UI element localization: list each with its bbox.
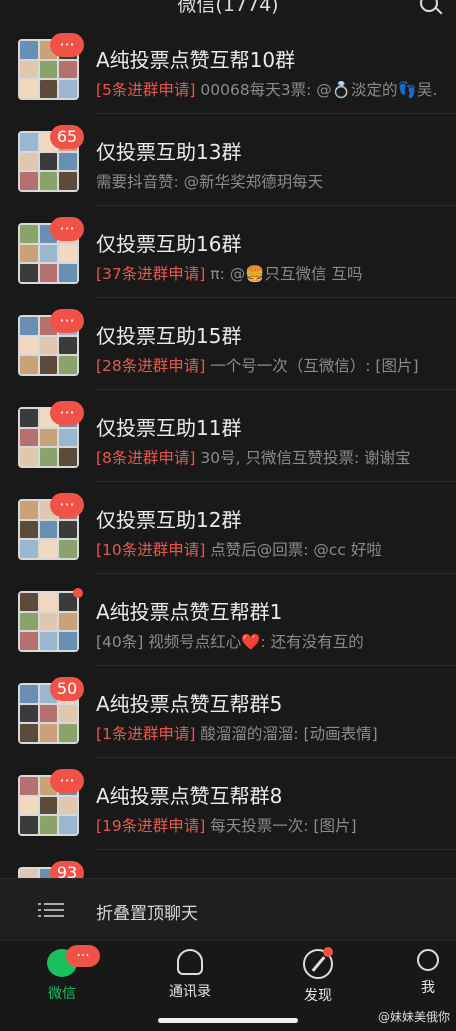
chat-preview: [10条进群申请] 点赞后@回票: @cc 好啦 xyxy=(96,538,448,560)
chat-message: [40条] 视频号点红心❤️: 还有没有互的 xyxy=(96,633,364,651)
unread-badge: 93 xyxy=(50,861,84,878)
fold-label: 折叠置顶聊天 xyxy=(96,904,198,924)
chat-row[interactable]: ··· A纯投票点赞互帮10群 [5条进群申请] 00068每天3票: @💍淡定… xyxy=(0,22,456,114)
join-request-tag: [8条进群申请] xyxy=(96,449,196,467)
tab-chats[interactable]: ··· 微信 xyxy=(17,945,107,1003)
tab-discover[interactable]: 发现 xyxy=(273,947,363,1005)
top-bar: 微信(1774) xyxy=(0,0,456,22)
unread-badge: ··· xyxy=(50,493,84,517)
join-request-tag: [28条进群申请] xyxy=(96,357,206,375)
chat-row[interactable]: ··· 仅投票互助15群 [28条进群申请] 一个号一次（互微信）: [图片] xyxy=(0,298,456,390)
chat-name: A纯投票点赞互帮群8 xyxy=(96,784,283,808)
chat-message: 30号, 只微信互赞投票: 谢谢宝 xyxy=(195,449,411,467)
unread-badge: ··· xyxy=(50,769,84,793)
unread-badge: 50 xyxy=(50,677,84,701)
fold-pinned-chats-bar[interactable]: 折叠置顶聊天 xyxy=(0,878,456,940)
unread-badge: ··· xyxy=(50,309,84,333)
chat-name: 仅投票互助15群 xyxy=(96,324,242,348)
unread-dot xyxy=(73,588,83,598)
chat-row[interactable]: A纯投票点赞互帮群1 [40条] 视频号点红心❤️: 还有没有互的 xyxy=(0,574,456,666)
unread-badge: ··· xyxy=(50,401,84,425)
group-avatar xyxy=(18,591,79,652)
chat-name: 仅投票互助13群 xyxy=(96,140,242,164)
chat-name: 仅投票互助11群 xyxy=(96,416,242,440)
chat-preview: [37条进群申请] π: @🍔只互微信 互吗 xyxy=(96,262,448,284)
chat-preview: [40条] 视频号点红心❤️: 还有没有互的 xyxy=(96,630,448,652)
chat-message: 一个号一次（互微信）: [图片] xyxy=(205,357,419,375)
chat-list[interactable]: ··· A纯投票点赞互帮10群 [5条进群申请] 00068每天3票: @💍淡定… xyxy=(0,22,456,878)
chat-row[interactable]: 50 A纯投票点赞互帮群5 [1条进群申请] 酸溜溜的溜溜: [动画表情] xyxy=(0,666,456,758)
chat-name: A纯投票点赞互帮群1 xyxy=(96,600,283,624)
fold-list-icon xyxy=(38,901,64,919)
chat-message: 点赞后@回票: @cc 好啦 xyxy=(205,541,382,559)
chat-preview: 需要抖音赞: @新华奖郑德玥每天 xyxy=(96,170,448,192)
chat-message: 需要抖音赞: @新华奖郑德玥每天 xyxy=(96,173,324,191)
chat-message: π: @🍔只互微信 互吗 xyxy=(205,265,363,283)
contacts-icon xyxy=(177,949,203,975)
chat-preview: [5条进群申请] 00068每天3票: @💍淡定的👣吴. xyxy=(96,78,448,100)
chat-row[interactable]: 93 xyxy=(0,850,456,878)
watermark: @妹妹美俄你 xyxy=(377,1010,450,1024)
join-request-tag: [10条进群申请] xyxy=(96,541,206,559)
tab-unread-dot xyxy=(322,947,333,957)
chat-row[interactable]: 65 仅投票互助13群 需要抖音赞: @新华奖郑德玥每天 xyxy=(0,114,456,206)
home-indicator[interactable] xyxy=(158,1018,298,1023)
chat-name: A纯投票点赞互帮群5 xyxy=(96,692,283,716)
chat-row[interactable]: ··· 仅投票互助16群 [37条进群申请] π: @🍔只互微信 互吗 xyxy=(0,206,456,298)
tab-unread-badge: ··· xyxy=(66,945,100,967)
unread-badge: 65 xyxy=(50,125,84,149)
join-request-tag: [19条进群申请] xyxy=(96,817,206,835)
chat-row[interactable]: ··· 仅投票互助11群 [8条进群申请] 30号, 只微信互赞投票: 谢谢宝 xyxy=(0,390,456,482)
chat-preview: [28条进群申请] 一个号一次（互微信）: [图片] xyxy=(96,354,448,376)
profile-icon xyxy=(417,949,439,971)
chat-preview: [8条进群申请] 30号, 只微信互赞投票: 谢谢宝 xyxy=(96,446,448,468)
chat-message: 00068每天3票: @💍淡定的👣吴. xyxy=(195,81,438,99)
tab-label: 微信 xyxy=(48,986,76,1002)
chat-preview: [1条进群申请] 酸溜溜的溜溜: [动画表情] xyxy=(96,722,448,744)
tab-me[interactable]: 我 xyxy=(400,949,456,997)
chat-message: 酸溜溜的溜溜: [动画表情] xyxy=(195,725,378,743)
chat-name: 仅投票互助12群 xyxy=(96,508,242,532)
unread-badge: ··· xyxy=(50,33,84,57)
unread-badge: ··· xyxy=(50,217,84,241)
chat-preview: [19条进群申请] 每天投票一次: [图片] xyxy=(96,814,448,836)
chat-name: 仅投票互助16群 xyxy=(96,232,242,256)
tab-label: 通讯录 xyxy=(169,984,211,1000)
tab-label: 发现 xyxy=(304,988,332,1004)
join-request-tag: [1条进群申请] xyxy=(96,725,196,743)
chat-row[interactable]: ··· 仅投票互助12群 [10条进群申请] 点赞后@回票: @cc 好啦 xyxy=(0,482,456,574)
chat-message: 每天投票一次: [图片] xyxy=(205,817,357,835)
page-title: 微信(1774) xyxy=(177,0,279,16)
chat-row[interactable]: ··· A纯投票点赞互帮群8 [19条进群申请] 每天投票一次: [图片] xyxy=(0,758,456,850)
chat-name: A纯投票点赞互帮10群 xyxy=(96,48,296,72)
tab-label: 我 xyxy=(421,980,435,996)
tab-contacts[interactable]: 通讯录 xyxy=(145,949,235,1001)
join-request-tag: [37条进群申请] xyxy=(96,265,206,283)
join-request-tag: [5条进群申请] xyxy=(96,81,196,99)
